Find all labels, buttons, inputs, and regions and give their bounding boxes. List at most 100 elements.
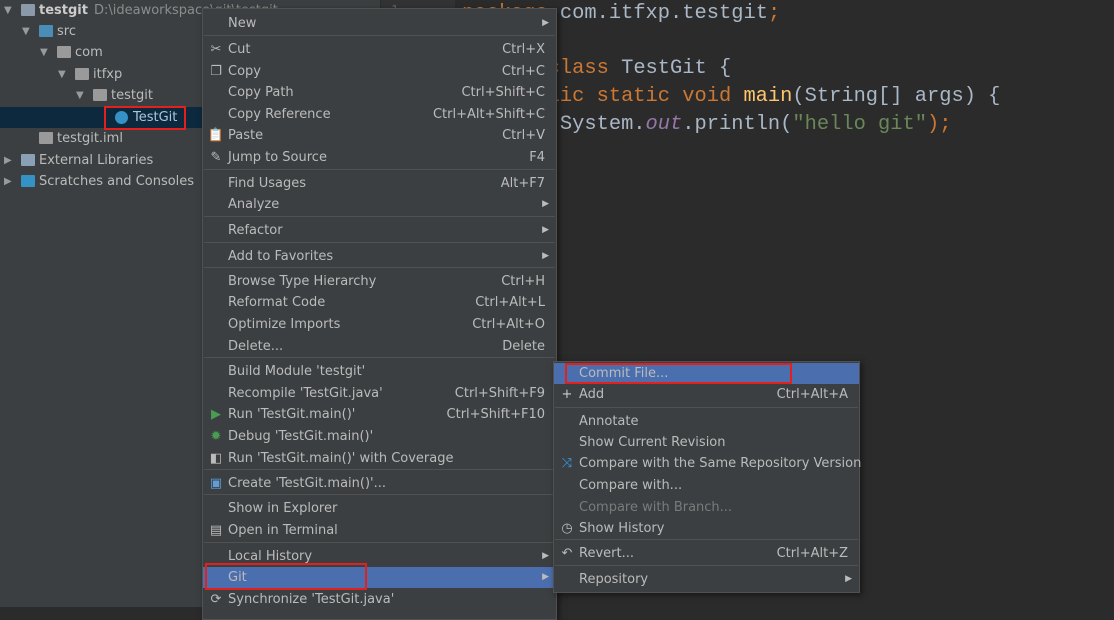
- menu-item-delete[interactable]: Delete... Delete: [203, 336, 556, 357]
- menu-item-label: Find Usages: [228, 176, 307, 191]
- menu-item-label: Create 'TestGit.main()'...: [228, 476, 387, 491]
- submenu-arrow-icon: ▶: [542, 199, 549, 209]
- libraries-icon: [21, 154, 35, 166]
- package-icon: [57, 46, 71, 58]
- code-token: .println(: [682, 113, 793, 136]
- tree-item-text: testgit: [39, 3, 88, 18]
- menu-separator: [555, 407, 858, 408]
- menu-item-optimize-imports[interactable]: Optimize Imports Ctrl+Alt+O: [203, 314, 556, 335]
- expand-arrow-icon[interactable]: ▼: [58, 64, 66, 85]
- menu-item-run-testgit-main-with-coverage[interactable]: ◧ Run 'TestGit.main()' with Coverage: [203, 448, 556, 469]
- submenu-arrow-icon: ▶: [542, 225, 549, 235]
- menu-item-label: Annotate: [579, 414, 639, 429]
- menu-item-show-history[interactable]: ◷ Show History: [554, 518, 859, 539]
- menu-item-label: Debug 'TestGit.main()': [228, 429, 374, 444]
- tree-item-text: testgit.iml: [57, 131, 123, 146]
- collapse-arrow-icon[interactable]: ▶: [4, 150, 12, 171]
- menu-item-label: Analyze: [228, 197, 280, 212]
- menu-item-new[interactable]: New ▶: [203, 13, 556, 34]
- menu-item-repository[interactable]: Repository ▶: [554, 569, 859, 590]
- menu-item-shortcut: Ctrl+Alt+O: [472, 317, 545, 332]
- menu-separator: [204, 35, 555, 36]
- menu-item-shortcut: Ctrl+Alt+Shift+C: [432, 107, 545, 122]
- copy-icon: ❐: [210, 64, 222, 79]
- menu-separator: [204, 216, 555, 217]
- menu-item-compare-with[interactable]: Compare with...: [554, 475, 859, 496]
- run-config-icon: ▣: [209, 476, 223, 491]
- menu-item-add[interactable]: + Add Ctrl+Alt+A: [554, 384, 859, 405]
- menu-item-shortcut: Ctrl+Shift+C: [461, 85, 545, 100]
- clock-icon: ◷: [561, 521, 573, 536]
- menu-item-copy[interactable]: ❐ Copy Ctrl+C: [203, 61, 556, 82]
- menu-item-annotate[interactable]: Annotate: [554, 411, 859, 432]
- tree-item-label: External Libraries: [39, 150, 153, 171]
- menu-item-label: Add to Favorites: [228, 249, 334, 264]
- menu-separator: [204, 242, 555, 243]
- menu-item-shortcut: F4: [529, 150, 545, 165]
- menu-item-debug-testgit-main[interactable]: ✹ Debug 'TestGit.main()': [203, 426, 556, 447]
- annotation-box-commit: [565, 363, 792, 384]
- menu-item-label: Run 'TestGit.main()': [228, 407, 356, 422]
- menu-item-recompile-testgit-java[interactable]: Recompile 'TestGit.java' Ctrl+Shift+F9: [203, 383, 556, 404]
- annotation-box-git: [205, 563, 367, 590]
- menu-item-shortcut: Ctrl+V: [502, 128, 545, 143]
- menu-item-compare-with-the-same-repository-version[interactable]: ⤨ Compare with the Same Repository Versio…: [554, 453, 862, 474]
- scissors-icon: ✂: [210, 42, 222, 57]
- menu-item-label: Optimize Imports: [228, 317, 341, 332]
- menu-item-create-testgit-main[interactable]: ▣ Create 'TestGit.main()'...: [203, 473, 556, 494]
- menu-item-label: Build Module 'testgit': [228, 364, 366, 379]
- submenu-arrow-icon: ▶: [542, 572, 549, 582]
- menu-item-label: Repository: [579, 572, 649, 587]
- menu-item-run-testgit-main[interactable]: ▶ Run 'TestGit.main()' Ctrl+Shift+F10: [203, 404, 556, 425]
- menu-item-label: Open in Terminal: [228, 523, 338, 538]
- menu-separator: [555, 539, 858, 540]
- menu-item-analyze[interactable]: Analyze ▶: [203, 194, 556, 215]
- menu-separator: [204, 542, 555, 543]
- code-token: com.itfxp.testgit: [559, 2, 768, 25]
- menu-item-show-current-revision[interactable]: Show Current Revision: [554, 432, 859, 453]
- menu-item-add-to-favorites[interactable]: Add to Favorites ▶: [203, 246, 556, 267]
- iml-file-icon: [39, 132, 53, 144]
- menu-item-label: New: [228, 16, 257, 31]
- menu-item-copy-path[interactable]: Copy Path Ctrl+Shift+C: [203, 82, 556, 103]
- menu-item-label: Reformat Code: [228, 295, 326, 310]
- package-icon: [75, 68, 89, 80]
- menu-item-shortcut: Ctrl+H: [501, 274, 545, 289]
- menu-item-compare-with-branch[interactable]: Compare with Branch...: [554, 497, 859, 518]
- menu-separator: [204, 469, 555, 470]
- expand-arrow-icon[interactable]: ▼: [40, 42, 48, 63]
- menu-item-jump-to-source[interactable]: ✎ Jump to Source F4: [203, 147, 556, 168]
- expand-arrow-icon[interactable]: ▼: [4, 0, 12, 21]
- menu-item-find-usages[interactable]: Find Usages Alt+F7: [203, 173, 556, 194]
- tree-item-text: testgit: [111, 88, 153, 103]
- menu-item-paste[interactable]: 📋 Paste Ctrl+V: [203, 125, 556, 146]
- menu-item-show-in-explorer[interactable]: Show in Explorer: [203, 498, 556, 519]
- submenu-arrow-icon: ▶: [845, 574, 852, 584]
- expand-arrow-icon[interactable]: ▼: [22, 21, 30, 42]
- menu-item-reformat-code[interactable]: Reformat Code Ctrl+Alt+L: [203, 292, 556, 313]
- menu-item-build-module-testgit[interactable]: Build Module 'testgit': [203, 361, 556, 382]
- menu-item-refactor[interactable]: Refactor ▶: [203, 220, 556, 241]
- menu-separator: [204, 494, 555, 495]
- menu-item-shortcut: Ctrl+X: [502, 42, 545, 57]
- tree-item-text: com: [75, 45, 103, 60]
- tree-item-label: testgit.iml: [57, 128, 123, 149]
- menu-item-revert[interactable]: ↶ Revert... Ctrl+Alt+Z: [554, 543, 859, 564]
- menu-item-browse-type-hierarchy[interactable]: Browse Type Hierarchy Ctrl+H: [203, 271, 556, 292]
- menu-item-label: Recompile 'TestGit.java': [228, 386, 383, 401]
- code-token: "hello git": [792, 113, 928, 136]
- collapse-arrow-icon[interactable]: ▶: [4, 171, 12, 192]
- menu-item-cut[interactable]: ✂ Cut Ctrl+X: [203, 39, 556, 60]
- menu-item-label: Paste: [228, 128, 264, 143]
- expand-arrow-icon[interactable]: ▼: [76, 85, 84, 106]
- menu-item-label: Revert...: [579, 546, 634, 561]
- tree-item-label: testgit: [111, 85, 153, 106]
- menu-item-label: Compare with Branch...: [579, 500, 733, 515]
- menu-item-copy-reference[interactable]: Copy Reference Ctrl+Alt+Shift+C: [203, 104, 556, 125]
- code-token: TestGit {: [621, 57, 732, 80]
- menu-item-label: Cut: [228, 42, 251, 57]
- menu-item-label: Show Current Revision: [579, 435, 726, 450]
- menu-item-open-in-terminal[interactable]: ▤ Open in Terminal: [203, 520, 556, 541]
- menu-item-shortcut: Ctrl+C: [501, 64, 545, 79]
- menu-item-label: Compare with...: [579, 478, 683, 493]
